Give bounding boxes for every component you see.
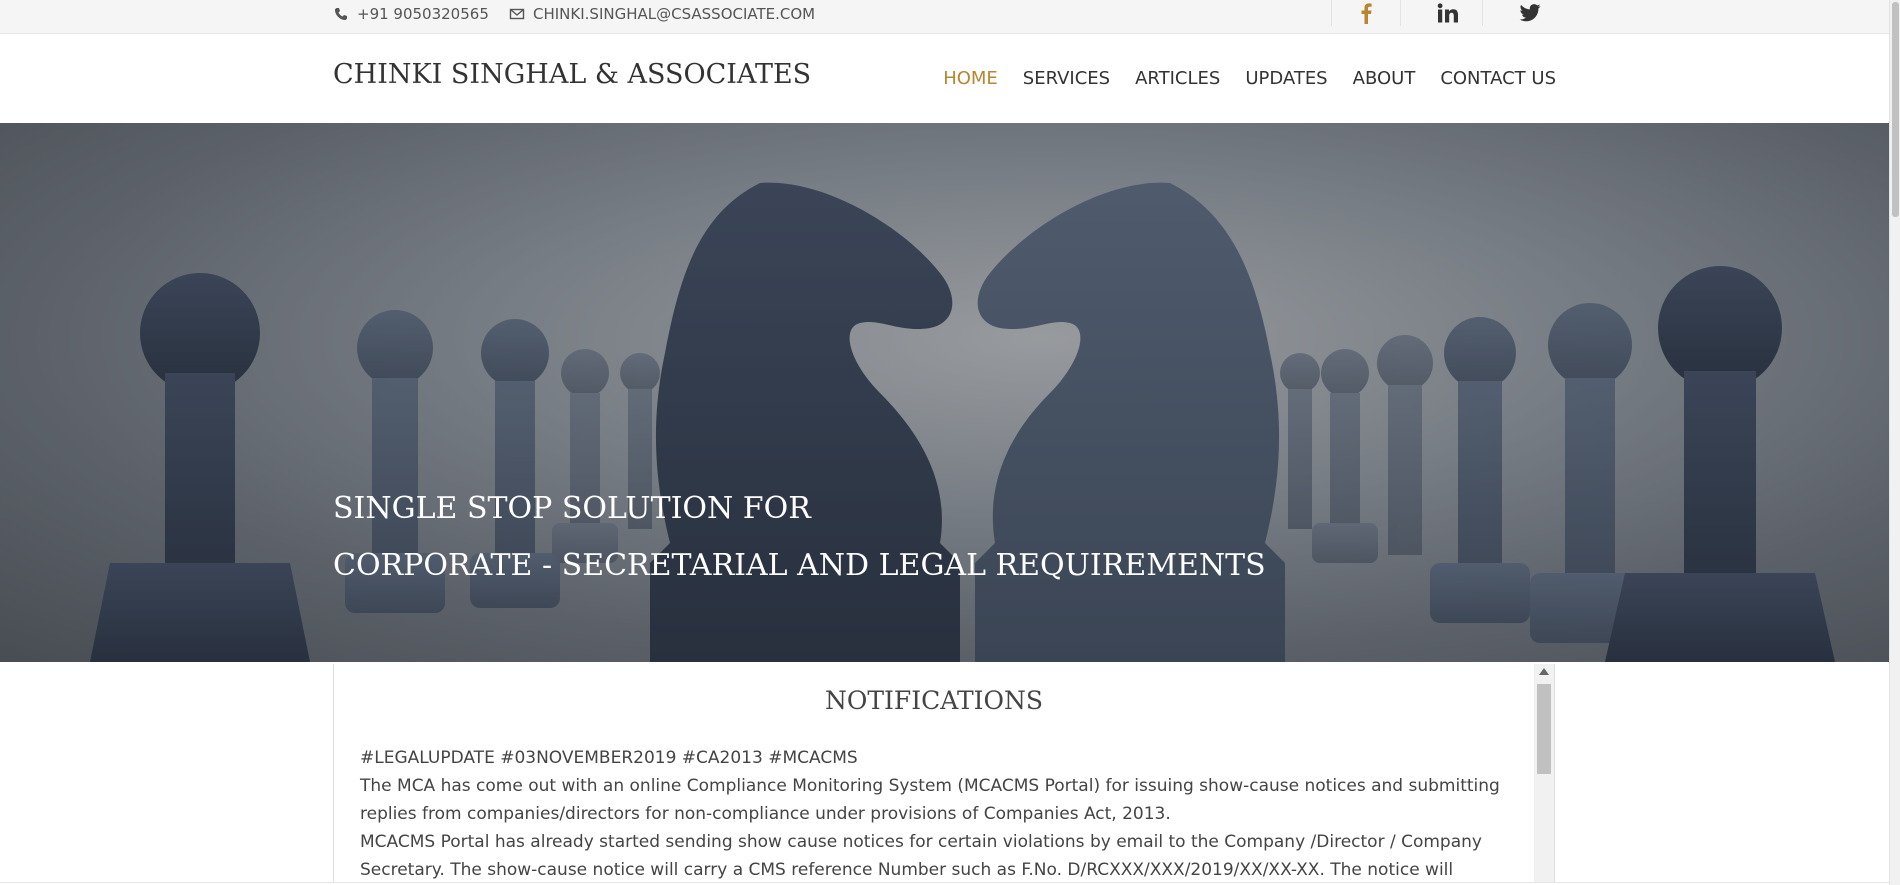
nav-item-home[interactable]: HOME	[943, 68, 998, 89]
twitter-link[interactable]	[1495, 0, 1565, 26]
envelope-icon	[509, 6, 525, 22]
nav-item-about[interactable]: ABOUT	[1353, 68, 1416, 89]
nav-item-updates[interactable]: UPDATES	[1245, 68, 1327, 89]
phone-contact[interactable]: +91 9050320565	[333, 0, 489, 28]
hero-banner: SINGLE STOP SOLUTION FOR CORPORATE - SEC…	[0, 123, 1889, 662]
site-logo[interactable]: CHINKI SINGHAL & ASSOCIATES	[333, 59, 811, 90]
notifications-body: #LEGALUPDATE #03NOVEMBER2019 #CA2013 #MC…	[360, 744, 1525, 884]
top-bar: +91 9050320565 CHINKI.SINGHAL@CSASSOCIAT…	[0, 0, 1889, 34]
notifications-panel[interactable]: NOTIFICATIONS #LEGALUPDATE #03NOVEMBER20…	[333, 664, 1555, 885]
notification-paragraph: The MCA has come out with an online Comp…	[360, 776, 1500, 824]
email-contact[interactable]: CHINKI.SINGHAL@CSASSOCIATE.COM	[509, 0, 815, 28]
linkedin-link[interactable]	[1413, 0, 1483, 26]
twitter-icon	[1519, 4, 1541, 22]
nav-item-articles[interactable]: ARTICLES	[1135, 68, 1220, 89]
phone-number: +91 9050320565	[357, 5, 489, 23]
notifications-title: NOTIFICATIONS	[824, 686, 1043, 715]
page-scrollbar-thumb[interactable]	[1892, 2, 1899, 217]
nav-item-contact[interactable]: CONTACT US	[1440, 68, 1556, 89]
page-scrollbar[interactable]	[1889, 0, 1900, 885]
scroll-up-arrow-icon[interactable]	[1539, 668, 1549, 675]
site-header: CHINKI SINGHAL & ASSOCIATES HOME SERVICE…	[0, 34, 1889, 123]
nav-item-services[interactable]: SERVICES	[1023, 68, 1110, 89]
main-nav: HOME SERVICES ARTICLES UPDATES ABOUT CON…	[918, 68, 1556, 89]
facebook-link[interactable]	[1331, 0, 1401, 26]
notification-tags: #LEGALUPDATE #03NOVEMBER2019 #CA2013 #MC…	[360, 748, 858, 768]
notifications-scrollbar-thumb[interactable]	[1537, 684, 1551, 774]
phone-icon	[333, 6, 349, 22]
hero-heading-line-1: SINGLE STOP SOLUTION FOR	[333, 491, 811, 526]
email-address: CHINKI.SINGHAL@CSASSOCIATE.COM	[533, 5, 816, 23]
linkedin-icon	[1437, 3, 1458, 23]
notifications-scrollbar[interactable]	[1534, 664, 1554, 885]
facebook-icon	[1361, 3, 1372, 24]
hero-heading-line-2: CORPORATE - SECRETARIAL AND LEGAL REQUIR…	[333, 548, 1266, 583]
notification-paragraph: MCACMS Portal has already started sendin…	[360, 832, 1482, 880]
